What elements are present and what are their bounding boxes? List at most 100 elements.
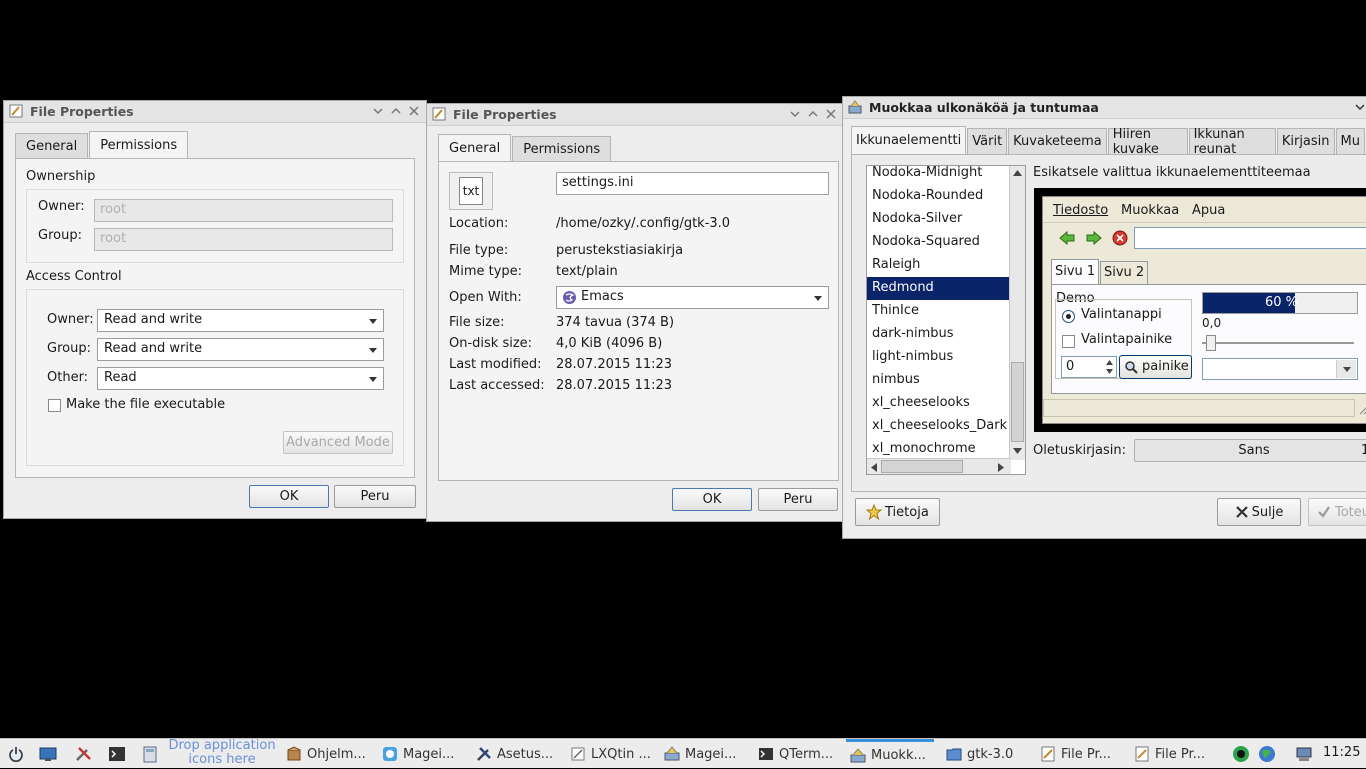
radio-label: Valintanappi <box>1081 307 1162 322</box>
task-file-properties-2[interactable]: File Pr... <box>1134 739 1205 769</box>
ac-other-label: Other: <box>47 370 89 385</box>
theme-list-item[interactable]: nimbus <box>867 369 1009 392</box>
tab-widget[interactable]: Ikkunaelementti <box>851 126 967 154</box>
menu-file[interactable]: Tiedosto <box>1053 203 1108 218</box>
theme-list-item[interactable]: ThinIce <box>867 300 1009 323</box>
preview-statusbar <box>1043 399 1355 417</box>
tab-permissions[interactable]: Permissions <box>89 131 189 159</box>
task-gtk-folder[interactable]: gtk-3.0 <box>946 739 1013 769</box>
preview-text-input[interactable] <box>1134 227 1366 249</box>
theme-list-item[interactable]: light-nimbus <box>867 346 1009 369</box>
stop-icon[interactable] <box>1112 230 1128 246</box>
scale-value: 0,0 <box>1202 316 1222 330</box>
horizontal-scrollbar[interactable] <box>867 458 1011 474</box>
group-permission-select[interactable]: Read and write <box>97 338 384 361</box>
task-mageia-2[interactable]: Magei... <box>664 739 736 769</box>
demo-spinbutton[interactable]: 0 <box>1061 356 1117 378</box>
cancel-button[interactable]: Peru <box>334 485 416 508</box>
task-lxqt[interactable]: LXQtin ... <box>570 739 651 769</box>
minimize-icon[interactable] <box>1352 98 1366 116</box>
tab-font[interactable]: Kirjasin <box>1276 128 1335 154</box>
tab-icon-theme[interactable]: Kuvaketeema <box>1008 128 1107 154</box>
theme-list-item[interactable]: xl_cheeselooks_Dark <box>867 415 1009 438</box>
about-button[interactable]: Tietoja <box>855 498 940 526</box>
spin-arrows-icon[interactable] <box>1105 359 1114 375</box>
tab-permissions[interactable]: Permissions <box>512 136 612 162</box>
task-appearance-active[interactable]: Muokk... <box>846 739 934 769</box>
theme-list-item[interactable]: dark-nimbus <box>867 323 1009 346</box>
theme-list-item[interactable]: Redmond <box>867 277 1009 300</box>
network-globe-icon[interactable] <box>1258 745 1276 763</box>
other-permission-select[interactable]: Read <box>97 367 384 390</box>
calculator-icon[interactable] <box>142 746 158 763</box>
theme-list-item[interactable]: Raleigh <box>867 254 1009 277</box>
advanced-mode-button[interactable]: Advanced Mode <box>283 431 393 454</box>
tab-window-border[interactable]: Ikkunan reunat <box>1188 127 1276 157</box>
resize-grip-icon[interactable] <box>1357 403 1366 415</box>
theme-list[interactable]: Nodoka-Midnight Nodoka-Rounded Nodoka-Silv… <box>866 165 1026 475</box>
close-icon <box>1235 506 1248 518</box>
theme-list-item[interactable]: Nodoka-Silver <box>867 208 1009 231</box>
maximize-icon[interactable] <box>805 105 821 123</box>
demo-radio[interactable] <box>1062 310 1075 323</box>
filename-input[interactable]: settings.ini <box>556 172 829 195</box>
task-software[interactable]: Ohjelm... <box>286 739 366 769</box>
window-titlebar[interactable]: File Properties <box>4 101 426 123</box>
demo-slider[interactable] <box>1202 335 1358 351</box>
preview-tab-sivu-2[interactable]: Sivu 2 <box>1100 261 1149 285</box>
ok-button[interactable]: OK <box>249 485 329 508</box>
tab-more[interactable]: Mu <box>1335 128 1365 154</box>
task-settings[interactable]: Asetus... <box>476 739 553 769</box>
record-tray-icon[interactable] <box>1232 745 1250 763</box>
task-qterminal[interactable]: QTerm... <box>758 739 833 769</box>
default-font-button[interactable]: Sans 1 <box>1134 439 1366 462</box>
ok-button[interactable]: OK <box>672 488 752 511</box>
demo-checkbox[interactable] <box>1062 335 1075 348</box>
task-file-properties-1[interactable]: File Pr... <box>1040 739 1111 769</box>
close-button[interactable]: Sulje <box>1217 498 1301 526</box>
scrollbar-thumb[interactable] <box>881 460 963 473</box>
group-field[interactable]: root <box>94 228 393 251</box>
cancel-button[interactable]: Peru <box>758 488 838 511</box>
terminal-icon[interactable] <box>108 746 126 762</box>
vertical-scrollbar[interactable] <box>1009 166 1025 460</box>
preview-tab-sivu-1[interactable]: Sivu 1 <box>1051 259 1100 285</box>
show-desktop-icon[interactable] <box>39 746 57 762</box>
tab-general[interactable]: General <box>15 133 89 159</box>
apply-button[interactable]: Toteu <box>1308 498 1366 526</box>
mime-type-label: Mime type: <box>449 264 523 279</box>
tab-cursor[interactable]: Hiiren kuvake <box>1107 127 1188 157</box>
close-icon[interactable] <box>406 102 422 120</box>
close-label: Sulje <box>1251 504 1284 520</box>
theme-list-item[interactable]: xl_cheeselooks <box>867 392 1009 415</box>
window-titlebar[interactable]: File Properties <box>427 104 843 126</box>
scrollbar-thumb[interactable] <box>1011 362 1024 442</box>
theme-list-item[interactable]: Nodoka-Midnight <box>867 166 1009 185</box>
task-mageia-1[interactable]: Magei... <box>382 739 454 769</box>
apply-label: Toteu <box>1335 504 1366 520</box>
executable-checkbox[interactable] <box>48 399 61 412</box>
back-arrow-icon[interactable] <box>1059 231 1075 245</box>
theme-list-item[interactable]: Nodoka-Squared <box>867 231 1009 254</box>
network-computer-icon[interactable] <box>1295 745 1313 763</box>
menu-edit[interactable]: Muokkaa <box>1121 203 1179 218</box>
demo-combo[interactable] <box>1202 358 1358 380</box>
tab-colors[interactable]: Värit <box>967 128 1008 154</box>
open-with-select[interactable]: Emacs <box>556 286 829 309</box>
forward-arrow-icon[interactable] <box>1086 231 1102 245</box>
owner-field[interactable]: root <box>94 199 393 222</box>
maximize-icon[interactable] <box>388 102 404 120</box>
owner-permission-select[interactable]: Read and write <box>97 309 384 332</box>
clock[interactable]: 11:25 <box>1323 745 1360 760</box>
tab-general[interactable]: General <box>438 134 512 162</box>
window-titlebar[interactable]: Muokkaa ulkonäköä ja tuntumaa <box>843 97 1366 119</box>
minimize-icon[interactable] <box>787 105 803 123</box>
power-icon[interactable] <box>8 746 24 762</box>
minimize-icon[interactable] <box>370 102 386 120</box>
menu-help[interactable]: Apua <box>1192 203 1225 218</box>
settings-tools-icon[interactable] <box>75 746 93 762</box>
demo-button[interactable]: painike <box>1119 355 1192 379</box>
close-icon[interactable] <box>823 105 839 123</box>
slider-handle[interactable] <box>1206 335 1216 351</box>
theme-list-item[interactable]: Nodoka-Rounded <box>867 185 1009 208</box>
